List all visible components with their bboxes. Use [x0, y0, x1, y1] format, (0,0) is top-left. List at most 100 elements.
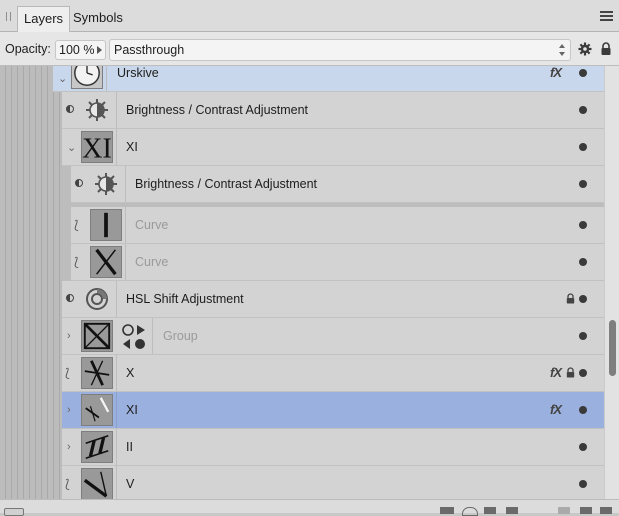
- chevron-down-icon[interactable]: ⌄: [58, 72, 67, 85]
- roman-II-thumbnail-icon: [81, 431, 113, 463]
- lock-icon[interactable]: [566, 293, 575, 304]
- layer-row-xi-group[interactable]: ⌄ XI XI: [62, 129, 604, 166]
- layer-row-urskive[interactable]: ⌄ Urskive fX: [53, 66, 604, 92]
- scrollbar-thumb[interactable]: [609, 320, 616, 376]
- chevron-right-icon[interactable]: ›: [67, 404, 71, 416]
- panel-menu-icon[interactable]: [600, 11, 613, 22]
- brightness-contrast-icon: [86, 99, 108, 121]
- layer-name: Curve: [135, 255, 169, 269]
- updown-chevron-icon: [558, 43, 566, 57]
- roman-V-thumbnail-icon: [81, 468, 113, 499]
- row-gutter: ›: [62, 429, 80, 465]
- layer-row-curve-i[interactable]: ⟅ Curve: [71, 207, 604, 244]
- tab-layers[interactable]: Layers: [17, 6, 71, 32]
- visibility-dot-icon[interactable]: [579, 295, 587, 303]
- layer-name: HSL Shift Adjustment: [126, 292, 244, 306]
- gear-icon[interactable]: [578, 42, 592, 56]
- blend-mode-value: Passthrough: [114, 43, 185, 57]
- group-thumbnail-icon: [81, 320, 113, 352]
- layer-name: Brightness / Contrast Adjustment: [135, 177, 318, 191]
- layers-bottom-toolbar: [0, 499, 619, 516]
- adjustment-type-icon: [75, 179, 83, 187]
- row-gutter: ⟅: [71, 244, 89, 280]
- fx-icon[interactable]: fX: [550, 365, 562, 380]
- layer-row-brightness-contrast[interactable]: Brightness / Contrast Adjustment: [62, 92, 604, 129]
- chevron-right-icon[interactable]: ›: [67, 441, 71, 453]
- layer-row-x[interactable]: ⟅ X fX: [62, 355, 604, 392]
- roman-XI-thumbnail-icon: [81, 394, 113, 426]
- layer-name: II: [126, 440, 133, 454]
- panel-grip-handle[interactable]: [6, 12, 12, 21]
- layer-row-group[interactable]: › Group: [62, 318, 604, 355]
- layer-name: X: [126, 366, 135, 380]
- layers-scrollbar[interactable]: [604, 66, 619, 499]
- visibility-dot-icon[interactable]: [579, 143, 587, 151]
- layer-row-v[interactable]: ⟅ V: [62, 466, 604, 499]
- layer-name: Curve: [135, 218, 169, 232]
- svg-text:XI: XI: [82, 133, 112, 162]
- row-gutter: ⌄: [53, 66, 71, 91]
- row-gutter: ⌄: [62, 129, 80, 165]
- roman-I-thumbnail-icon: [90, 209, 122, 241]
- layer-row-xi-selected[interactable]: › XI fX: [62, 392, 604, 429]
- visibility-dot-icon[interactable]: [579, 180, 587, 188]
- layers-list[interactable]: ⌄ Urskive fX Brightness / Contrast Adjus…: [0, 66, 619, 499]
- layer-row-hsl-shift[interactable]: HSL Shift Adjustment: [62, 281, 604, 318]
- layer-name: Urskive: [117, 66, 159, 80]
- clock-thumbnail-icon: [71, 66, 103, 89]
- row-gutter: [62, 92, 80, 128]
- row-gutter: ⟅: [62, 355, 80, 391]
- layer-row-brightness-contrast-nested[interactable]: Brightness / Contrast Adjustment: [71, 166, 604, 203]
- visibility-dot-icon[interactable]: [579, 369, 587, 377]
- tab-symbols[interactable]: Symbols: [67, 6, 129, 32]
- adjustment-layer-icon[interactable]: [462, 507, 478, 516]
- layer-name: XI: [126, 140, 138, 154]
- blend-mode-select[interactable]: Passthrough: [109, 39, 571, 61]
- layer-name: XI: [126, 403, 138, 417]
- visibility-dot-icon[interactable]: [579, 332, 587, 340]
- adjustment-type-icon: [66, 105, 74, 113]
- row-gutter: ⟅: [71, 207, 89, 243]
- visibility-dot-icon[interactable]: [579, 69, 587, 77]
- curve-type-icon: ⟅: [74, 255, 79, 269]
- opacity-value: 100 %: [59, 43, 95, 57]
- visibility-dot-icon[interactable]: [579, 480, 587, 488]
- brightness-contrast-icon: [95, 173, 117, 195]
- chevron-right-icon[interactable]: ›: [67, 330, 71, 342]
- opacity-label: Opacity:: [5, 42, 51, 56]
- row-gutter: [71, 166, 89, 202]
- opacity-slider-arrow-icon[interactable]: [97, 46, 102, 54]
- panel-tab-bar: Layers Symbols: [0, 0, 619, 32]
- layer-name: Brightness / Contrast Adjustment: [126, 103, 309, 117]
- row-gutter: ›: [62, 392, 80, 428]
- panel-toggle-icon[interactable]: [4, 508, 24, 516]
- layer-row-curve-x[interactable]: ⟅ Curve: [71, 244, 604, 281]
- roman-X-thumbnail-icon: [81, 357, 113, 389]
- visibility-dot-icon[interactable]: [579, 106, 587, 114]
- layers-toolbar: Opacity: 100 % Passthrough: [0, 32, 619, 66]
- fx-icon[interactable]: fX: [550, 66, 562, 80]
- lock-icon[interactable]: [566, 367, 575, 378]
- row-gutter: ⟅: [62, 466, 80, 499]
- opacity-field[interactable]: 100 %: [55, 40, 106, 60]
- lock-icon[interactable]: [600, 42, 612, 56]
- layer-name: V: [126, 477, 135, 491]
- shapes-group-icon: [122, 324, 145, 349]
- curve-type-icon: ⟅: [74, 218, 79, 232]
- visibility-dot-icon[interactable]: [579, 406, 587, 414]
- curve-type-icon: ⟅: [65, 366, 70, 380]
- roman-X-thumbnail-icon: [90, 246, 122, 278]
- adjustment-type-icon: [66, 294, 74, 302]
- layer-row-ii[interactable]: › II: [62, 429, 604, 466]
- visibility-dot-icon[interactable]: [579, 221, 587, 229]
- chevron-down-icon[interactable]: ⌄: [67, 141, 76, 154]
- roman-XI-thumbnail-icon: XI: [81, 131, 113, 163]
- visibility-dot-icon[interactable]: [579, 258, 587, 266]
- visibility-dot-icon[interactable]: [579, 443, 587, 451]
- hsl-shift-icon: [86, 288, 108, 310]
- layer-name: Group: [163, 329, 198, 343]
- row-gutter: ›: [62, 318, 80, 354]
- row-gutter: [62, 281, 80, 317]
- fx-icon[interactable]: fX: [550, 402, 562, 417]
- curve-type-icon: ⟅: [65, 477, 70, 491]
